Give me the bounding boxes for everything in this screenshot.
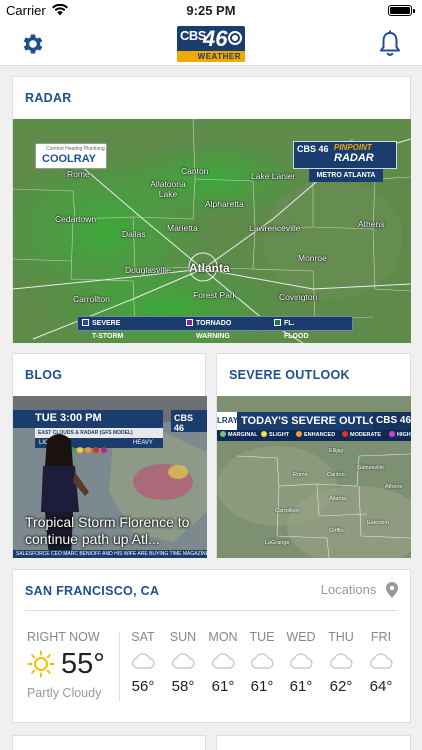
sun-icon bbox=[27, 650, 55, 678]
forecast-temperature: 61° bbox=[211, 678, 235, 695]
cloud-icon bbox=[251, 653, 274, 669]
forecast-temperature: 64° bbox=[369, 678, 393, 695]
warning-legend: SEVERE T-STORM WARNING TORNADO WARNING F… bbox=[77, 316, 353, 340]
location-name: SAN FRANCISCO, CA bbox=[25, 584, 160, 598]
forecast-day-label: SUN bbox=[169, 630, 197, 644]
forecast-temperature: 56° bbox=[131, 678, 155, 695]
forecast-temperature: 58° bbox=[171, 678, 195, 695]
region-label: METRO ATLANTA bbox=[309, 169, 383, 182]
cloud-icon bbox=[132, 653, 155, 669]
blog-thumbnail[interactable]: TUE 3:00 PM EAST CLOUDS & RADAR (GFS MOD… bbox=[13, 396, 207, 558]
location-row: SAN FRANCISCO, CA Locations bbox=[25, 582, 398, 604]
city-label: Lake Lanier bbox=[251, 171, 296, 181]
forecast-day: FRI 64° bbox=[361, 630, 401, 695]
next-card-left[interactable] bbox=[12, 735, 206, 750]
cbs-eye-icon bbox=[228, 31, 242, 45]
forecast-day-label: FRI bbox=[370, 630, 392, 644]
cloud-icon bbox=[212, 653, 235, 669]
news-ticker: SALESFORCE CEO MARC BENIOFF AND HIS WIFE… bbox=[13, 550, 207, 558]
forecast-day: TUE 61° bbox=[242, 630, 282, 695]
cloud-icon bbox=[370, 653, 393, 669]
cloud-icon bbox=[172, 653, 195, 669]
city-label: Marietta bbox=[167, 223, 198, 233]
forecast-temperature: 61° bbox=[289, 678, 313, 695]
cbs46-mini-logo: CBS 46 bbox=[373, 412, 411, 430]
right-now-label: RIGHT NOW bbox=[27, 630, 100, 644]
severe-outlook-title: SEVERE OUTLOOK bbox=[229, 368, 350, 382]
forecast-day-label: SAT bbox=[131, 630, 155, 644]
next-card-right[interactable] bbox=[216, 735, 411, 750]
forecast-temperature: 61° bbox=[250, 678, 274, 695]
nav-bar: CBS 46 WEATHER bbox=[0, 22, 422, 66]
coolray-sponsor-logo: Comfort Heating Plumbing COOLRAY bbox=[35, 143, 107, 169]
forecast-day-label: THU bbox=[328, 630, 354, 644]
cloud-icon bbox=[290, 653, 313, 669]
city-label: Forest Park bbox=[193, 290, 237, 300]
city-label: Allatoona Lake bbox=[150, 179, 186, 199]
city-label: Douglasville bbox=[125, 265, 171, 275]
city-label: Dallas bbox=[122, 229, 146, 239]
city-label: Covington bbox=[279, 292, 318, 302]
cbs46-weather-logo: CBS 46 WEATHER bbox=[177, 26, 245, 62]
battery-icon bbox=[388, 5, 415, 16]
vertical-divider bbox=[119, 632, 120, 702]
notification-bell-icon[interactable] bbox=[378, 30, 402, 58]
city-label: Rome bbox=[67, 169, 90, 179]
forecast-temperature: 62° bbox=[329, 678, 353, 695]
forecast-day-label: TUE bbox=[249, 630, 275, 644]
radar-title: RADAR bbox=[25, 91, 72, 105]
severe-outlook-thumbnail[interactable]: LRAY TODAY'S SEVERE OUTLOOK CBS 46 MARGI… bbox=[217, 396, 411, 558]
forecast-day: MON 61° bbox=[203, 630, 243, 695]
blog-caption: Tropical Storm Florence to continue path… bbox=[25, 514, 190, 547]
cbs46-mini-logo: CBS 46 bbox=[171, 410, 207, 433]
radar-map[interactable]: Comfort Heating Plumbing COOLRAY CBS 46 … bbox=[13, 119, 411, 343]
city-label: Carrollton bbox=[73, 294, 110, 304]
forecast-day: WED 61° bbox=[281, 630, 321, 695]
locations-button[interactable]: Locations bbox=[321, 582, 398, 602]
forecast-day: THU 62° bbox=[321, 630, 361, 695]
severe-outlook-card[interactable]: SEVERE OUTLOOK LRAY TODAY'S SEVERE OUTLO… bbox=[216, 353, 411, 558]
current-condition: Partly Cloudy bbox=[27, 686, 102, 700]
blog-card[interactable]: BLOG TUE 3:00 PM EAST CLOUDS & RADAR (GF… bbox=[12, 353, 207, 558]
settings-gear-icon[interactable] bbox=[20, 31, 46, 57]
city-label: Cedartown bbox=[55, 214, 97, 224]
divider bbox=[25, 610, 398, 611]
forecast-day: SAT 56° bbox=[123, 630, 163, 695]
city-label-atlanta: Atlanta bbox=[189, 261, 230, 275]
city-label: Lawrenceville bbox=[249, 223, 301, 233]
clock: 9:25 PM bbox=[186, 3, 236, 18]
city-label: Alpharetta bbox=[205, 199, 244, 209]
city-label: Monroe bbox=[298, 253, 327, 263]
location-pin-icon bbox=[386, 582, 398, 598]
severity-legend: MARGINAL SLIGHT ENHANCED MODERATE HIGH bbox=[217, 430, 411, 441]
forecast-day-label: WED bbox=[286, 630, 316, 644]
forecast-day: SUN 58° bbox=[163, 630, 203, 695]
current-temperature: 55° bbox=[61, 648, 105, 680]
cloud-icon bbox=[330, 653, 353, 669]
status-bar: Carrier 9:25 PM bbox=[0, 0, 422, 22]
radar-card[interactable]: RADAR Comfort Heating Plumbing COOLRAY C… bbox=[12, 76, 411, 343]
forecast-day-label: MON bbox=[208, 630, 238, 644]
city-label: Athens bbox=[358, 219, 385, 229]
pinpoint-radar-logo: CBS 46 PINPOINT RADAR bbox=[293, 141, 397, 169]
blog-title: BLOG bbox=[25, 368, 63, 382]
weather-card[interactable]: SAN FRANCISCO, CA Locations RIGHT NOW 55… bbox=[12, 569, 411, 723]
city-label: Canton bbox=[181, 166, 209, 176]
